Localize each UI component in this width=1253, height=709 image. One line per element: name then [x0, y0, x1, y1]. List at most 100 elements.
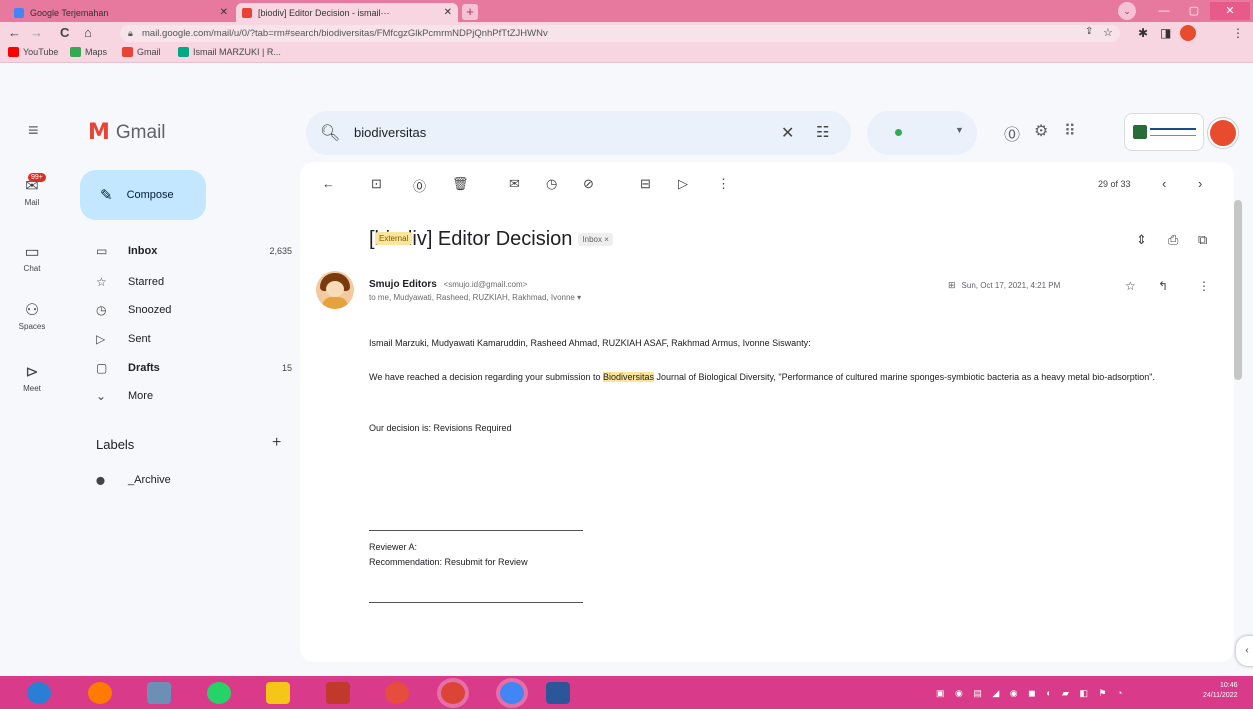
delete-icon[interactable]: 🗑︎: [452, 176, 469, 192]
create-label-button[interactable]: +: [272, 434, 281, 452]
unread-count: 15: [281, 363, 292, 373]
maximize-icon[interactable]: ▢: [1180, 2, 1208, 20]
clear-search-icon[interactable]: ✕: [781, 123, 794, 143]
expand-all-icon[interactable]: ⇕: [1136, 232, 1147, 248]
main-menu-icon[interactable]: ≡: [28, 120, 39, 141]
paragraph-text: Journal of Biological Diversity, "Perfor…: [654, 372, 1155, 382]
search-options-icon[interactable]: ☷: [816, 123, 829, 141]
bookmark-label: YouTube: [23, 47, 59, 57]
organization-logo[interactable]: [1124, 113, 1204, 151]
message-more-icon[interactable]: ⋮: [1198, 279, 1210, 293]
rail-meet[interactable]: ⊳ Meet: [10, 362, 54, 393]
bookmark-label: Ismail MARZUKI | R...: [193, 47, 281, 57]
side-panel-toggle-icon[interactable]: ‹: [1236, 636, 1253, 666]
settings-gear-icon[interactable]: ⚙: [1034, 121, 1048, 141]
chrome-icon[interactable]: [441, 682, 465, 704]
compose-button[interactable]: ✎ Compose: [80, 170, 206, 220]
search-bar[interactable]: 🔍︎ biodiversitas ✕ ☷: [306, 111, 851, 155]
vertical-scrollbar[interactable]: [1234, 200, 1242, 380]
status-selector[interactable]: ▼: [867, 111, 977, 155]
whatsapp-icon[interactable]: [207, 682, 231, 704]
search-input[interactable]: biodiversitas: [354, 125, 426, 140]
apps-grid-icon[interactable]: ⠿: [1064, 121, 1076, 141]
google-translate-favicon-icon: [14, 7, 24, 18]
address-bar: ← → C ⌂ 🔒︎ mail.google.com/mail/u/0/?tab…: [0, 22, 1253, 45]
forward-icon[interactable]: →: [30, 25, 43, 40]
gmail-logo[interactable]: M Gmail: [88, 120, 166, 145]
tab-gmail[interactable]: [biodiv] Editor Decision - ismail··· ✕: [236, 3, 458, 22]
sender-avatar[interactable]: [316, 271, 354, 309]
taskbar-clock[interactable]: 10:46 24/11/2022: [1203, 681, 1238, 701]
more-options-icon[interactable]: ⋮: [717, 176, 730, 192]
next-chevron-icon[interactable]: ›: [1198, 176, 1202, 191]
print-icon[interactable]: ⎙: [1168, 232, 1178, 248]
inbox-label-chip[interactable]: Inbox ×: [578, 233, 613, 246]
back-to-search-icon[interactable]: ←: [322, 176, 335, 191]
start-button-icon[interactable]: [27, 682, 51, 704]
minimize-icon[interactable]: —: [1150, 2, 1178, 20]
extensions-icon[interactable]: ✱: [1138, 26, 1148, 40]
sidebar-icon[interactable]: ◨: [1160, 26, 1171, 40]
rail-label: Mail: [24, 198, 40, 207]
snooze-icon[interactable]: ◷: [546, 176, 557, 192]
tab-close-icon[interactable]: ✕: [220, 7, 228, 18]
home-icon[interactable]: ⌂: [84, 25, 92, 40]
sidebar-item-label: More: [128, 390, 154, 402]
new-window-icon[interactable]: ⧉: [1198, 232, 1207, 248]
reload-icon[interactable]: C: [60, 25, 69, 40]
url-field[interactable]: 🔒︎ mail.google.com/mail/u/0/?tab=rm#sear…: [120, 25, 1120, 42]
rail-spaces[interactable]: ⚇ Spaces: [10, 300, 54, 331]
sidebar-item-more[interactable]: ⌄ More: [96, 386, 292, 406]
recipients-dropdown[interactable]: to me, Mudyawati, Rasheed, RUZKIAH, Rakh…: [369, 293, 581, 302]
sidebar-item-starred[interactable]: ☆ Starred: [96, 272, 292, 292]
app-icon[interactable]: [147, 682, 171, 704]
report-spam-icon[interactable]: ⓪: [413, 176, 426, 195]
bookmark-star-icon[interactable]: ☆: [1103, 26, 1113, 39]
account-avatar[interactable]: [1208, 118, 1238, 148]
system-tray-icons[interactable]: ▣ ◉ ▤ ◢ ◉ ◼ ◐ ▰ ◧ ⚑ ◔: [936, 688, 1126, 699]
inbox-icon: ▭: [96, 244, 108, 258]
bookmark-youtube[interactable]: YouTube: [8, 47, 58, 57]
label-icon[interactable]: ▷: [678, 176, 688, 192]
tab-search-icon[interactable]: ⌄: [1118, 2, 1136, 20]
word-icon[interactable]: [546, 682, 570, 704]
sender-name[interactable]: Smujo Editors: [369, 279, 437, 290]
move-to-icon[interactable]: ⊟: [640, 176, 651, 192]
active-status-icon: [895, 129, 902, 136]
new-tab-button[interactable]: +: [462, 4, 478, 20]
sender-email: <smujo.id@gmail.com>: [443, 280, 528, 289]
compose-label: Compose: [126, 189, 174, 201]
rail-chat[interactable]: ▭ Chat: [10, 242, 54, 273]
mendeley-icon[interactable]: [326, 682, 350, 704]
bookmark-gmail[interactable]: Gmail: [122, 47, 161, 57]
opera-icon[interactable]: [385, 682, 409, 704]
archive-icon[interactable]: ⊡: [371, 176, 382, 192]
decision-line: Our decision is: Revisions Required: [369, 423, 512, 433]
file-explorer-icon[interactable]: [266, 682, 290, 704]
star-icon[interactable]: ☆: [1125, 279, 1136, 293]
reply-icon[interactable]: ↰: [1158, 279, 1168, 293]
profile-avatar-icon[interactable]: [1180, 25, 1196, 41]
label-item-archive[interactable]: ⬤ _Archive: [96, 470, 292, 490]
sidebar-item-inbox[interactable]: ▭ Inbox 2,635: [96, 241, 292, 261]
share-icon[interactable]: ⇪: [1085, 26, 1093, 37]
sidebar-item-sent[interactable]: ▷ Sent: [96, 329, 292, 349]
bookmark-maps[interactable]: Maps: [70, 47, 107, 57]
sidebar-item-label: Starred: [128, 276, 165, 288]
mark-unread-icon[interactable]: ✉: [509, 176, 520, 192]
close-window-icon[interactable]: ✕: [1210, 2, 1250, 20]
tab-close-icon[interactable]: ✕: [444, 7, 452, 18]
date-text: Sun, Oct 17, 2021, 4:21 PM: [961, 281, 1061, 290]
search-icon[interactable]: 🔍︎: [320, 123, 340, 143]
firefox-icon[interactable]: [88, 682, 112, 704]
previous-chevron-icon[interactable]: ‹: [1162, 176, 1166, 191]
bookmark-ismail-marzuki[interactable]: Ismail MARZUKI | R...: [178, 47, 281, 57]
menu-kebab-icon[interactable]: ⋮: [1232, 26, 1244, 40]
support-icon[interactable]: ⓪: [1004, 121, 1020, 145]
add-to-tasks-icon[interactable]: ⊘: [583, 176, 594, 192]
back-icon[interactable]: ←: [8, 25, 21, 40]
sidebar-item-drafts[interactable]: ▢ Drafts 15: [96, 358, 292, 378]
sidebar-item-snoozed[interactable]: ◷ Snoozed: [96, 300, 292, 320]
chrome-profile-icon[interactable]: [500, 682, 524, 704]
tab-google-translate[interactable]: Google Terjemahan ✕: [8, 3, 234, 22]
